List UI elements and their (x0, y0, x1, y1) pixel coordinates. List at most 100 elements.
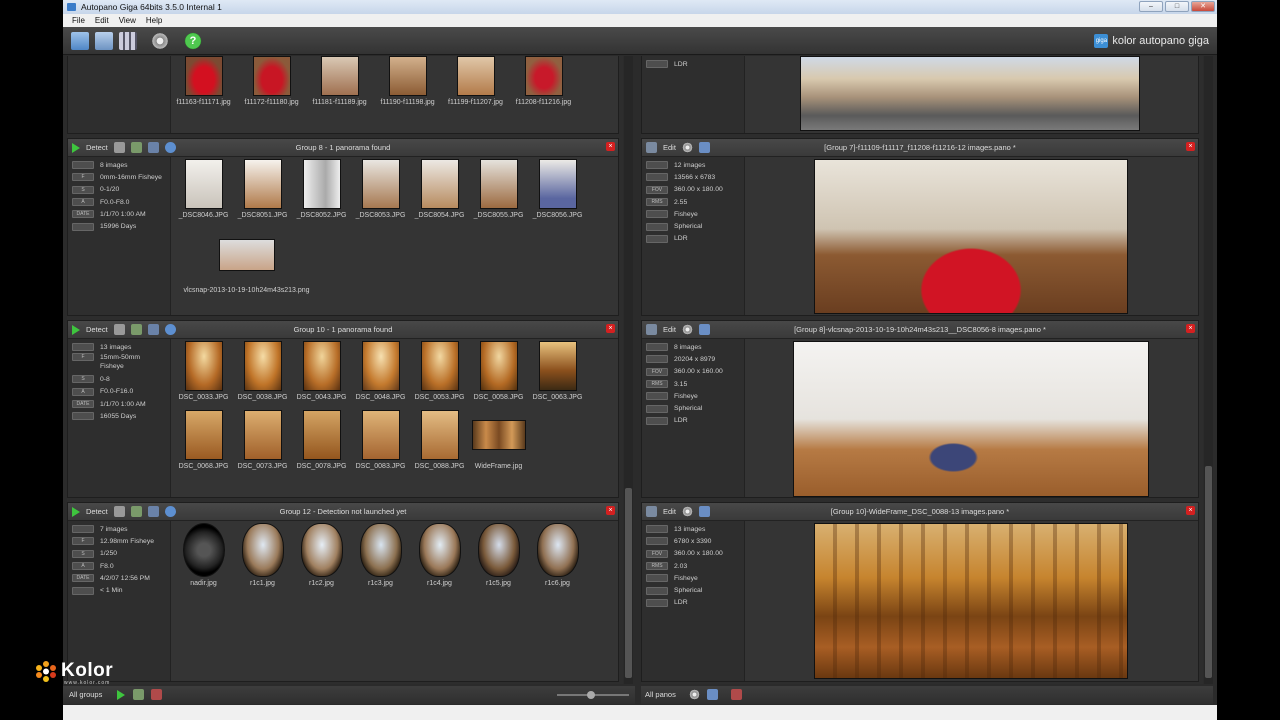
group-8-panel: Detect Group 8 - 1 panorama found × 8 im… (67, 138, 619, 316)
thumb[interactable]: f11190-f11198.jpg (378, 56, 437, 106)
render-all-gear-icon[interactable] (689, 689, 700, 700)
maximize-button[interactable]: □ (1165, 1, 1189, 12)
thumb[interactable]: DSC_0058.JPG (469, 341, 528, 401)
close-group-icon[interactable]: × (606, 142, 615, 151)
thumb[interactable]: r1c4.jpg (410, 523, 469, 587)
app-window: Autopano Giga 64bits 3.5.0 Internal 1 – … (63, 0, 1217, 720)
pano-info: 8 images 20204 x 8979 FOV 360.00 x 160.00… (642, 339, 745, 497)
menu-edit[interactable]: Edit (90, 14, 114, 27)
thumb[interactable]: DSC_0048.JPG (351, 341, 410, 401)
thumb[interactable]: f11199-f11207.jpg (446, 56, 505, 106)
thumb[interactable]: DSC_0068.JPG (174, 410, 233, 470)
group-add-icon[interactable] (133, 689, 144, 700)
thumb[interactable]: r1c5.jpg (469, 523, 528, 587)
pano-preview[interactable] (814, 159, 1128, 314)
export-all-icon[interactable] (707, 689, 718, 700)
kolor-logo-icon (36, 661, 56, 682)
panos-scrollbar[interactable] (1204, 56, 1213, 684)
minimize-button[interactable]: – (1139, 1, 1163, 12)
pano-info: 12 images 13566 x 6783 FOV 360.00 x 180.0… (642, 157, 745, 315)
detect-all-icon[interactable] (117, 690, 125, 700)
groups-scroll-thumb[interactable] (625, 488, 632, 678)
thumb[interactable]: _DSC8056.JPG (528, 159, 587, 219)
thumb[interactable]: f11163-f11171.jpg (174, 56, 233, 106)
close-group-icon[interactable]: × (606, 506, 615, 515)
thumb[interactable]: _DSC8053.JPG (351, 159, 410, 219)
pano-preview[interactable] (814, 523, 1128, 679)
group-info: 7 images F 12.98mm Fisheye S 1/250 A F8.0 D… (68, 521, 171, 681)
help-icon[interactable]: ? (184, 32, 202, 50)
import-folder-icon[interactable] (95, 32, 113, 50)
group-header: Detect Group 8 - 1 panorama found × (68, 139, 618, 157)
all-groups-label: All groups (69, 690, 103, 699)
thumb[interactable]: _DSC8046.JPG (174, 159, 233, 219)
group-header: Detect Group 12 - Detection not launched… (68, 503, 618, 521)
close-pano-icon[interactable]: × (1186, 142, 1195, 151)
thumb[interactable]: r1c3.jpg (351, 523, 410, 587)
thumb[interactable]: f11208-f11216.jpg (514, 56, 573, 106)
window-title: Autopano Giga 64bits 3.5.0 Internal 1 (81, 2, 222, 12)
thumb[interactable]: vlcsnap-2013-10-19-10h24m43s213.png (174, 239, 319, 294)
thumb[interactable]: f11181-f11189.jpg (310, 56, 369, 106)
group-10-panel: Detect Group 10 - 1 panorama found × 13 … (67, 320, 619, 498)
thumb[interactable]: f11172-f11180.jpg (242, 56, 301, 106)
pano-preview[interactable] (793, 341, 1149, 497)
thumb[interactable]: r1c6.jpg (528, 523, 587, 587)
close-window-button[interactable]: ✕ (1191, 1, 1215, 12)
menu-bar: File Edit View Help (63, 14, 1217, 27)
slider-knob[interactable] (587, 691, 595, 699)
brand-text: kolor autopano giga (1112, 35, 1209, 47)
thumb[interactable]: r1c2.jpg (292, 523, 351, 587)
group-12-panel: Detect Group 12 - Detection not launched… (67, 502, 619, 682)
thumb[interactable]: DSC_0053.JPG (410, 341, 469, 401)
pano-group7-panel: Edit [Group 7]-f11109-f11117_f11208-f112… (641, 138, 1199, 316)
menu-view[interactable]: View (114, 14, 141, 27)
thumb[interactable]: _DSC8055.JPG (469, 159, 528, 219)
thumb[interactable]: DSC_0078.JPG (292, 410, 351, 470)
groups-scrollbar[interactable] (624, 56, 633, 684)
window-controls: – □ ✕ (1139, 1, 1215, 12)
pano-group10-panel: Edit [Group 10]-WideFrame_DSC_0088-13 im… (641, 502, 1199, 682)
pano-info-top: LDR (642, 56, 745, 133)
group-info: 13 images F 15mm-50mm Fisheye S 0-8 A F0.0-… (68, 339, 171, 497)
thumb[interactable]: _DSC8052.JPG (292, 159, 351, 219)
thumb[interactable]: DSC_0073.JPG (233, 410, 292, 470)
status-bar (63, 705, 1217, 720)
thumb[interactable]: DSC_0033.JPG (174, 341, 233, 401)
settings-gear-icon[interactable] (151, 32, 169, 50)
thumb[interactable]: r1c1.jpg (233, 523, 292, 587)
panos-scroll-thumb[interactable] (1205, 466, 1212, 678)
close-pano-icon[interactable]: × (1186, 324, 1195, 333)
group-remove-icon[interactable] (151, 689, 162, 700)
thumb[interactable]: _DSC8054.JPG (410, 159, 469, 219)
thumb[interactable]: DSC_0063.JPG (528, 341, 587, 401)
kolor-site: www.kolor.com (64, 680, 111, 686)
pano-header: Edit [Group 10]-WideFrame_DSC_0088-13 im… (642, 503, 1198, 521)
menu-help[interactable]: Help (141, 14, 167, 27)
open-images-icon[interactable] (71, 32, 89, 50)
pano-title: [Group 10]-WideFrame_DSC_0088-13 images.… (830, 507, 1010, 516)
thumb-size-slider[interactable] (557, 691, 629, 699)
group-info-empty (68, 56, 171, 133)
pano-header: Edit [Group 7]-f11109-f11117_f11208-f112… (642, 139, 1198, 157)
thumb[interactable]: DSC_0043.JPG (292, 341, 351, 401)
thumb[interactable]: _DSC8051.JPG (233, 159, 292, 219)
pano-info: 13 images 6780 x 3390 FOV 360.00 x 180.00… (642, 521, 745, 681)
thumb[interactable]: nadir.jpg (174, 523, 233, 587)
thumb[interactable]: WideFrame.jpg (469, 410, 528, 470)
group-title: Group 10 - 1 panorama found (293, 325, 393, 334)
group-title: Group 12 - Detection not launched yet (279, 507, 407, 516)
menu-file[interactable]: File (67, 14, 90, 27)
group-thumbs: _DSC8046.JPG _DSC8051.JPG _DSC8052.JPG _… (174, 159, 614, 313)
remove-panos-icon[interactable] (731, 689, 742, 700)
thumb[interactable]: DSC_0083.JPG (351, 410, 410, 470)
pano-title: [Group 8]-vlcsnap-2013-10-19-10h24m43s21… (794, 325, 1046, 334)
pano-preview[interactable] (800, 56, 1140, 131)
group-info: 8 images F 0mm-16mm Fisheye S 0-1/20 A F0.0… (68, 157, 171, 315)
close-pano-icon[interactable]: × (1186, 506, 1195, 515)
thumb[interactable]: DSC_0038.JPG (233, 341, 292, 401)
kolor-watermark: Kolor www.kolor.com (34, 660, 113, 686)
close-group-icon[interactable]: × (606, 324, 615, 333)
thumb[interactable]: DSC_0088.JPG (410, 410, 469, 470)
batch-icon[interactable] (119, 32, 137, 50)
